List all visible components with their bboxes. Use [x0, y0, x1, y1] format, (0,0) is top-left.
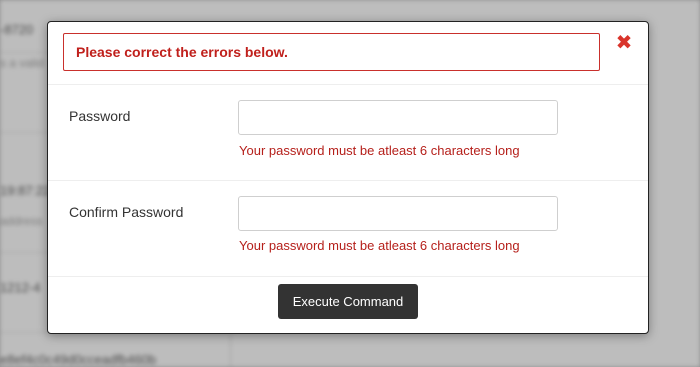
password-input[interactable]	[238, 100, 558, 135]
password-error: Your password must be atleast 6 characte…	[239, 143, 520, 158]
confirm-password-error: Your password must be atleast 6 characte…	[239, 238, 520, 253]
background-text: 19:87:22	[0, 183, 51, 198]
confirm-password-input[interactable]	[238, 196, 558, 231]
background-text: 1212-4	[0, 280, 41, 295]
divider	[48, 276, 648, 277]
divider	[48, 84, 648, 85]
password-label: Password	[69, 108, 131, 124]
close-icon[interactable]: ✖	[615, 33, 633, 53]
error-dialog: Please correct the errors below. ✖ Passw…	[47, 21, 649, 334]
background-text: e8ef4c0c49d0cceadfb460b	[0, 352, 157, 367]
confirm-password-label: Confirm Password	[69, 204, 184, 220]
alert-message: Please correct the errors below.	[76, 44, 288, 60]
background-text: s a valid	[0, 56, 45, 70]
divider	[48, 180, 648, 181]
background-divider	[230, 335, 231, 367]
background-text: address	[0, 214, 43, 228]
execute-command-button[interactable]: Execute Command	[278, 284, 418, 319]
error-alert: Please correct the errors below.	[63, 33, 600, 71]
background-text: -8720	[0, 22, 34, 37]
